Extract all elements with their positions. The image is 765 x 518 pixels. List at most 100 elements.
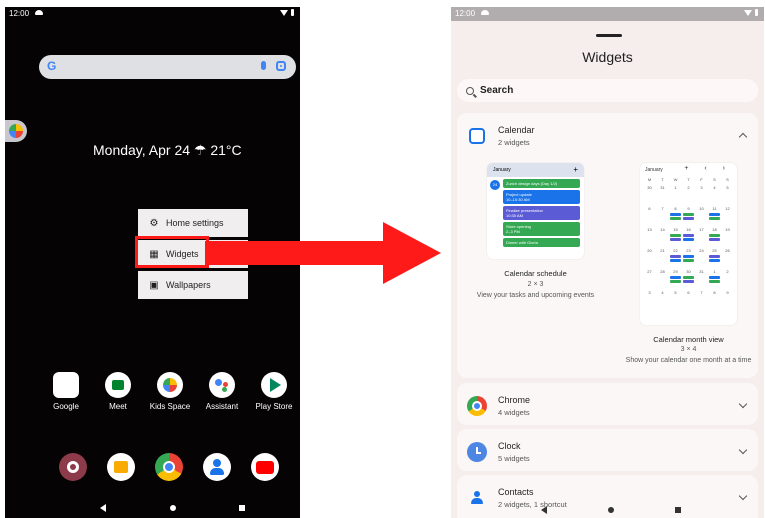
app-label: Meet [109, 402, 127, 411]
event: Store opening 2–3 PM [503, 222, 580, 236]
day-number: 3 [700, 185, 703, 190]
home-icon[interactable] [608, 507, 614, 513]
app-play-store[interactable]: Play Store [248, 372, 300, 411]
recents-icon[interactable] [239, 505, 245, 511]
event-bar [670, 217, 681, 220]
recents-icon[interactable] [675, 507, 681, 513]
chevron-down-icon[interactable] [738, 399, 748, 409]
day-cell: 25 [708, 248, 721, 269]
day-cell: 26 [721, 248, 734, 269]
app-label: Kids Space [149, 402, 191, 411]
kids-space-edge-icon[interactable] [5, 120, 27, 142]
day-number: 6 [687, 290, 690, 295]
clock-icon [467, 442, 487, 462]
day-of-week: T [661, 177, 664, 182]
contacts-icon[interactable] [203, 453, 231, 481]
widget-dims: 2 × 3 [527, 281, 544, 288]
settings-icon[interactable] [59, 453, 87, 481]
day-cell: 6 [682, 290, 695, 311]
back-icon[interactable] [541, 506, 547, 514]
calendar-widget-card: Calendar 2 widgets January + 24 Zurich d… [457, 113, 758, 378]
menu-home-settings[interactable]: ⚙ Home settings [138, 209, 248, 237]
clock-widget-card[interactable]: Clock 5 widgets [457, 429, 758, 471]
day-cell: 1 [669, 185, 682, 206]
widgets-highlight-box [135, 236, 209, 268]
day-number: 4 [661, 290, 664, 295]
event-bar [670, 255, 681, 258]
wallpaper-icon: ▣ [149, 279, 159, 291]
calendar-schedule-preview[interactable]: January + 24 Zurich design days (Day 1/2… [487, 163, 584, 259]
assistant-icon [209, 372, 235, 398]
drag-handle[interactable] [596, 34, 622, 37]
day-number: 5 [674, 290, 677, 295]
play-store-icon [261, 372, 287, 398]
day-number: 24 [699, 248, 704, 253]
menu-wallpapers[interactable]: ▣ Wallpapers [138, 271, 248, 299]
day-number: 25 [712, 248, 717, 253]
home-icon[interactable] [169, 505, 176, 511]
gear-icon: ⚙ [149, 217, 159, 229]
day-number: 10 [699, 206, 704, 211]
day-number: 26 [725, 248, 730, 253]
day-number: 7 [700, 290, 703, 295]
day-number: 12 [725, 206, 730, 211]
day-of-week: S [726, 177, 729, 182]
files-icon[interactable] [107, 453, 135, 481]
day-cell: 31 [695, 269, 708, 290]
app-assistant[interactable]: Assistant [196, 372, 248, 411]
day-number: 22 [673, 248, 678, 253]
event-bar [670, 259, 681, 262]
day-number: 6 [648, 206, 651, 211]
search-label: Search [480, 85, 514, 96]
day-number: 29 [673, 269, 678, 274]
day-number: 1 [674, 185, 677, 190]
back-icon[interactable] [100, 504, 106, 512]
event-bar [670, 280, 681, 283]
app-kids-space[interactable]: Kids Space [144, 372, 196, 411]
event-bar [683, 259, 694, 262]
month-controls: + ‹ › [684, 165, 732, 172]
day-cell: 27 [643, 269, 656, 290]
preview-header: January + [487, 163, 584, 177]
event-bar [683, 234, 694, 237]
calendar-month-preview[interactable]: January + ‹ › M T W T F S S 30 31 1 2 3 4 5 6 7 8 9 10 11 12… [640, 163, 737, 325]
chrome-widget-card[interactable]: Chrome 4 widgets [457, 383, 758, 425]
arrow-head-icon [383, 222, 441, 284]
day-cell: 2 [682, 185, 695, 206]
day-number: 31 [699, 269, 704, 274]
event-bar [683, 213, 694, 216]
app-google[interactable]: Google [40, 372, 92, 411]
event: Dinner with Gloria [503, 238, 580, 247]
chrome-icon[interactable] [155, 453, 183, 481]
youtube-icon[interactable] [251, 453, 279, 481]
nav-bar [541, 506, 681, 514]
search-icon [466, 86, 474, 95]
widgets-search-input[interactable]: Search [457, 79, 758, 102]
google-search-bar[interactable]: G [39, 55, 296, 79]
event-bar [683, 255, 694, 258]
day-of-week: F [700, 177, 703, 182]
event-bar [670, 276, 681, 279]
dock [49, 453, 289, 485]
battery-icon [755, 9, 758, 16]
card-title: Chrome [498, 395, 531, 405]
chevron-down-icon[interactable] [738, 491, 748, 501]
day-number: 2 [687, 185, 690, 190]
contacts-icon [467, 488, 487, 508]
day-badge: 24 [490, 180, 500, 190]
status-bar: 12:00 [451, 7, 764, 21]
calendar-header[interactable]: Calendar 2 widgets [457, 113, 758, 157]
day-number: 17 [699, 227, 704, 232]
mic-icon[interactable] [261, 61, 266, 70]
app-meet[interactable]: Meet [92, 372, 144, 411]
day-number: 15 [673, 227, 678, 232]
page-title: Widgets [582, 49, 633, 65]
card-subtitle: 2 widgets [498, 138, 530, 147]
lens-icon[interactable] [276, 61, 286, 71]
day-number: 5 [726, 185, 729, 190]
cloud-icon [481, 10, 489, 15]
date-weather[interactable]: Monday, Apr 24 ☂ 21°C [93, 142, 242, 159]
card-title: Calendar [498, 125, 535, 135]
chevron-down-icon[interactable] [738, 445, 748, 455]
chevron-up-icon[interactable] [738, 132, 748, 142]
